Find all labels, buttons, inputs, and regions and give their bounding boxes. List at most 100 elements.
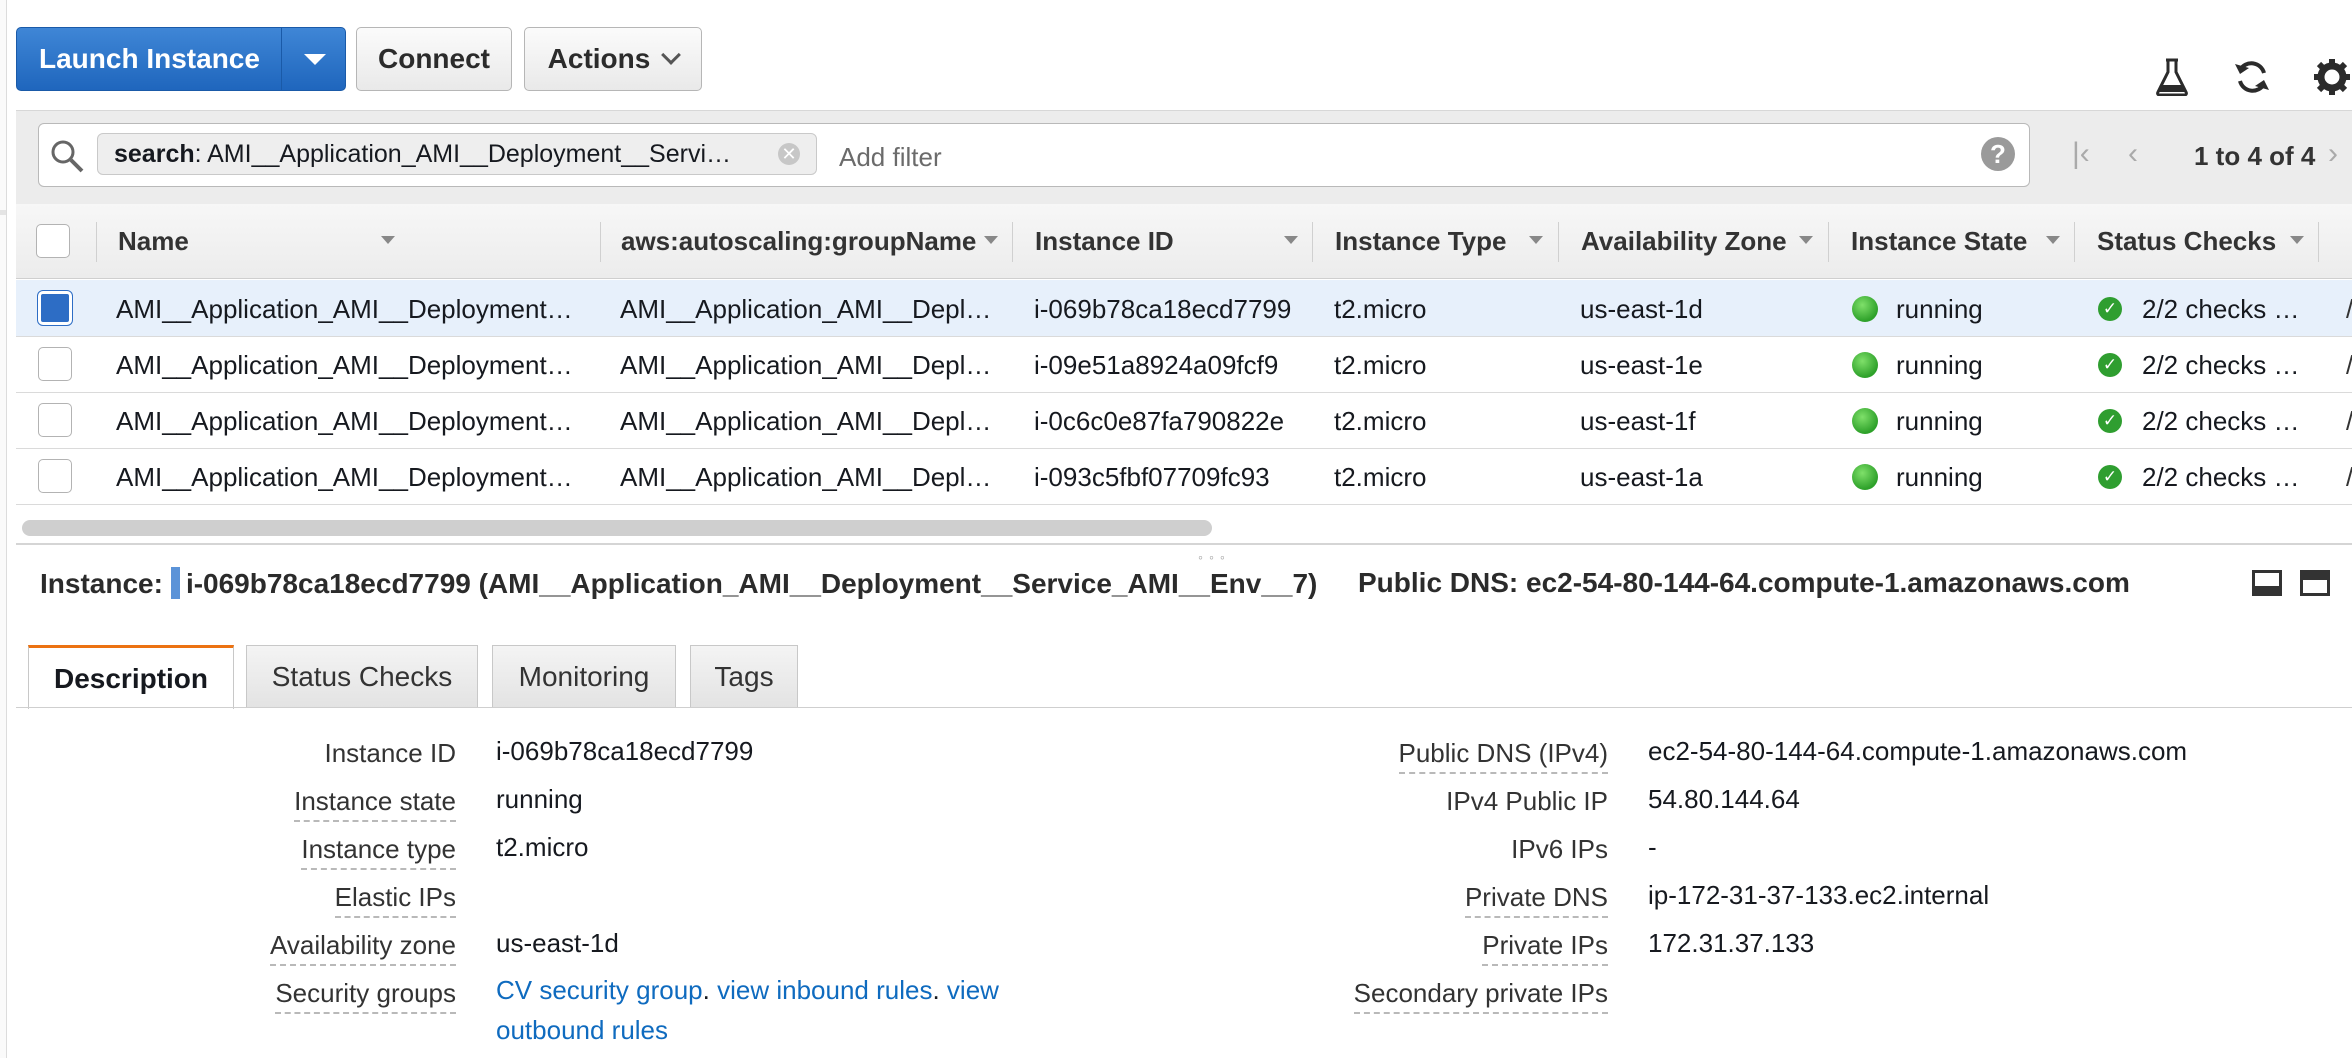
truncated-column-edge: /: [2346, 350, 2352, 381]
label-availability-zone: Availability zone: [270, 930, 456, 966]
cell-state: running: [1896, 462, 1983, 492]
cell-instance-id: i-069b78ca18ecd7799: [1034, 294, 1292, 324]
gear-icon[interactable]: [2310, 55, 2352, 99]
label-secondary-private-ips: Secondary private IPs: [1353, 978, 1608, 1014]
value-instance-type: t2.micro: [496, 832, 589, 862]
refresh-icon[interactable]: [2230, 55, 2274, 99]
running-status-icon: [1852, 408, 1878, 434]
view-outbound-rules-link[interactable]: view: [947, 975, 999, 1005]
cell-name: AMI__Application_AMI__Deployment…: [116, 350, 573, 380]
cell-az: us-east-1f: [1580, 406, 1696, 436]
col-availability-zone[interactable]: Availability Zone: [1581, 204, 1787, 278]
table-row[interactable]: AMI__Application_AMI__Deployment… AMI__A…: [16, 280, 2352, 337]
label-elastic-ips: Elastic IPs: [334, 882, 456, 918]
cell-status-checks[interactable]: 2/2 checks …: [2142, 406, 2300, 437]
add-filter-input[interactable]: Add filter: [839, 142, 942, 173]
launch-dropdown-toggle[interactable]: [281, 28, 348, 90]
sort-instance-id-icon[interactable]: [1284, 204, 1304, 278]
row-checkbox[interactable]: [38, 459, 72, 493]
view-outbound-rules-link-cont[interactable]: outbound rules: [496, 1015, 668, 1045]
running-status-icon: [1852, 352, 1878, 378]
table-header: Name aws:autoscaling:groupName Instance …: [16, 204, 2352, 279]
row-checkbox[interactable]: [38, 291, 72, 325]
row-checkbox[interactable]: [38, 347, 72, 381]
col-instance-state-label: Instance State: [1851, 225, 2028, 256]
value-availability-zone: us-east-1d: [496, 928, 619, 958]
sort-group-icon[interactable]: [984, 204, 1004, 278]
sort-name-icon[interactable]: [381, 204, 401, 278]
col-group-name-label: aws:autoscaling:groupName: [621, 225, 977, 256]
table-row[interactable]: AMI__Application_AMI__Deployment… AMI__A…: [16, 336, 2352, 393]
search-box[interactable]: search : AMI__Application_AMI__Deploymen…: [38, 123, 2030, 187]
col-instance-state[interactable]: Instance State: [1851, 204, 2027, 278]
launch-instance-button[interactable]: Launch Instance: [16, 27, 346, 91]
truncated-column-edge: /: [2346, 462, 2352, 493]
resize-grip-icon[interactable]: ◦◦◦: [1198, 549, 1231, 565]
filter-chip-key: search: [114, 139, 195, 168]
col-status-checks[interactable]: Status Checks: [2097, 204, 2276, 278]
search-icon: [51, 140, 84, 173]
public-dns-header: Public DNS: ec2-54-80-144-64.compute-1.a…: [1358, 567, 2130, 599]
flask-icon[interactable]: [2150, 55, 2194, 99]
security-group-link[interactable]: CV security group: [496, 975, 703, 1005]
remove-filter-icon[interactable]: ✕: [778, 143, 800, 165]
col-name-label: Name: [118, 225, 189, 256]
cell-status-checks[interactable]: 2/2 checks …: [2142, 294, 2300, 325]
instance-color-marker: [170, 567, 180, 599]
cell-instance-id: i-09e51a8924a09fcf9: [1034, 350, 1279, 380]
sort-az-icon[interactable]: [1799, 204, 1819, 278]
select-all-checkbox[interactable]: [36, 224, 70, 258]
cell-instance-type: t2.micro: [1334, 462, 1427, 492]
cell-instance-id: i-0c6c0e87fa790822e: [1034, 406, 1285, 436]
table-row[interactable]: AMI__Application_AMI__Deployment… AMI__A…: [16, 448, 2352, 505]
tab-description[interactable]: Description: [28, 645, 234, 709]
check-circle-icon: ✓: [2098, 409, 2122, 433]
panel-splitter[interactable]: [16, 543, 2352, 545]
cell-instance-type: t2.micro: [1334, 294, 1427, 324]
cell-az: us-east-1e: [1580, 350, 1703, 380]
label-instance-id: Instance ID: [324, 738, 456, 768]
col-name[interactable]: Name: [118, 204, 189, 278]
panel-split-icon[interactable]: [2300, 570, 2330, 596]
horizontal-scrollbar[interactable]: [22, 520, 1212, 536]
cell-group: AMI__Application_AMI__Depl…: [620, 462, 992, 492]
tab-status-checks[interactable]: Status Checks: [246, 645, 478, 707]
col-instance-id[interactable]: Instance ID: [1035, 204, 1174, 278]
label-instance-type: Instance type: [301, 834, 456, 870]
col-status-checks-label: Status Checks: [2097, 225, 2277, 256]
help-icon[interactable]: ?: [1981, 137, 2015, 171]
check-circle-icon: ✓: [2098, 297, 2122, 321]
previous-page-icon[interactable]: ‹: [2128, 137, 2138, 171]
selected-instance-header: Instance: i-069b78ca18ecd7799 (AMI__Appli…: [40, 567, 1317, 600]
col-group-name[interactable]: aws:autoscaling:groupName: [621, 204, 976, 278]
sort-status-icon[interactable]: [2290, 204, 2310, 278]
table-row[interactable]: AMI__Application_AMI__Deployment… AMI__A…: [16, 392, 2352, 449]
tab-monitoring[interactable]: Monitoring: [492, 645, 676, 707]
row-checkbox[interactable]: [38, 403, 72, 437]
view-inbound-rules-link[interactable]: view inbound rules: [717, 975, 932, 1005]
dns-header-value: ec2-54-80-144-64.compute-1.amazonaws.com: [1526, 567, 2130, 598]
check-circle-icon: ✓: [2098, 353, 2122, 377]
first-page-icon[interactable]: |‹: [2072, 137, 2090, 171]
value-ipv6-ips: -: [1648, 832, 1657, 862]
link-separator: .: [702, 975, 718, 1005]
next-page-icon[interactable]: ›: [2328, 137, 2338, 171]
cell-az: us-east-1a: [1580, 462, 1703, 492]
tab-tags[interactable]: Tags: [690, 645, 798, 707]
sort-state-icon[interactable]: [2046, 204, 2066, 278]
actions-button[interactable]: Actions: [524, 27, 702, 91]
label-public-dns: Public DNS (IPv4): [1398, 738, 1608, 774]
sort-instance-type-icon[interactable]: [1529, 204, 1549, 278]
filter-chip[interactable]: search : AMI__Application_AMI__Deploymen…: [97, 133, 817, 175]
chevron-down-icon: [661, 45, 682, 65]
left-edge: [0, 0, 7, 1058]
panel-bottom-icon[interactable]: [2252, 570, 2282, 596]
cell-instance-id: i-093c5fbf07709fc93: [1034, 462, 1270, 492]
col-instance-type[interactable]: Instance Type: [1335, 204, 1506, 278]
value-public-dns: ec2-54-80-144-64.compute-1.amazonaws.com: [1648, 736, 2188, 766]
cell-status-checks[interactable]: 2/2 checks …: [2142, 462, 2300, 493]
cell-group: AMI__Application_AMI__Depl…: [620, 294, 992, 324]
cell-status-checks[interactable]: 2/2 checks …: [2142, 350, 2300, 381]
value-private-ips: 172.31.37.133: [1648, 928, 1815, 958]
connect-button[interactable]: Connect: [356, 27, 512, 91]
